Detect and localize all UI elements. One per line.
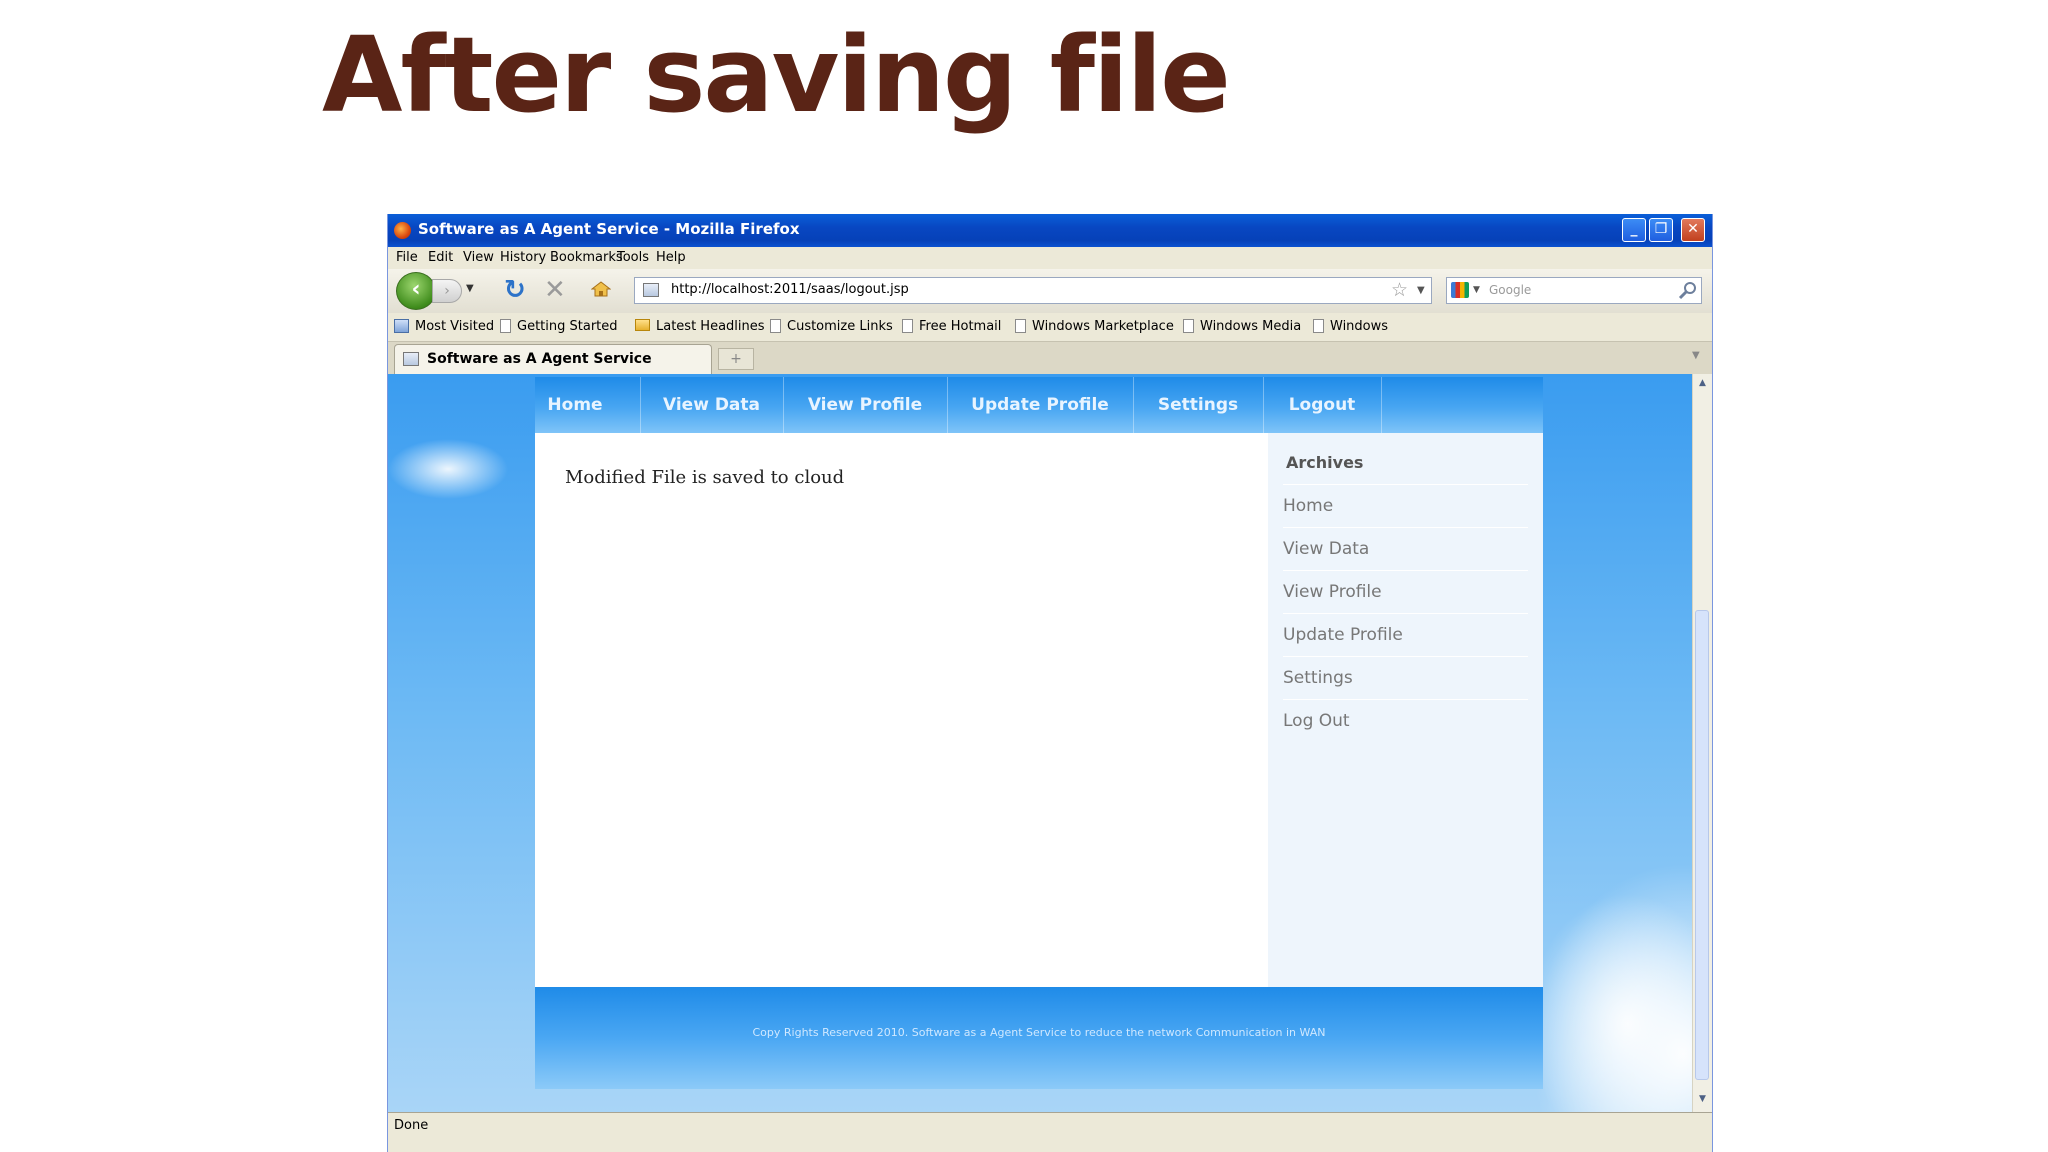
bookmark-free-hotmail[interactable]: Free Hotmail <box>902 319 1001 334</box>
bookmark-most-visited[interactable]: Most Visited <box>394 319 494 334</box>
search-engine-icon[interactable] <box>1451 282 1469 298</box>
menu-help[interactable]: Help <box>656 250 686 265</box>
site-footer: Copy Rights Reserved 2010. Software as a… <box>535 987 1543 1089</box>
menu-view[interactable]: View <box>463 250 494 265</box>
sidebar-item-home[interactable]: Home <box>1283 484 1528 528</box>
site-nav: Home View Data View Profile Update Profi… <box>535 377 1543 433</box>
reload-icon[interactable]: ↻ <box>504 275 526 305</box>
sidebar-item-view-profile[interactable]: View Profile <box>1283 570 1528 614</box>
most-visited-icon <box>394 319 409 333</box>
search-input[interactable]: Google <box>1489 283 1531 297</box>
page-icon <box>1313 319 1324 333</box>
scroll-down-icon[interactable]: ▼ <box>1696 1092 1709 1107</box>
sidebar-item-update-profile[interactable]: Update Profile <box>1283 613 1528 657</box>
nav-settings[interactable]: Settings <box>1133 377 1263 433</box>
rss-folder-icon <box>635 319 650 331</box>
star-icon[interactable]: ☆ <box>1391 279 1408 301</box>
navigation-toolbar: ‹ › ▼ ↻ ✕ http://localhost:2011/saas/log… <box>388 269 1712 313</box>
window-title: Software as A Agent Service - Mozilla Fi… <box>418 220 800 238</box>
new-tab-button[interactable]: + <box>718 348 754 370</box>
history-dropdown-icon[interactable]: ▼ <box>466 283 474 294</box>
menu-bookmarks[interactable]: Bookmarks <box>550 250 623 265</box>
sidebar-item-view-data[interactable]: View Data <box>1283 527 1528 571</box>
tab-active[interactable]: Software as A Agent Service <box>394 344 712 374</box>
forward-arrow-icon[interactable]: › <box>432 279 462 303</box>
web-content: Home View Data View Profile Update Profi… <box>388 374 1692 1112</box>
status-message: Modified File is saved to cloud <box>565 467 845 488</box>
nav-view-profile[interactable]: View Profile <box>783 377 947 433</box>
scroll-up-icon[interactable]: ▲ <box>1696 376 1709 391</box>
menu-history[interactable]: History <box>500 250 546 265</box>
bookmark-windows[interactable]: Windows <box>1313 319 1388 334</box>
nav-view-data[interactable]: View Data <box>640 377 783 433</box>
url-text[interactable]: http://localhost:2011/saas/logout.jsp <box>671 282 909 297</box>
title-bar[interactable]: Software as A Agent Service - Mozilla Fi… <box>388 214 1712 247</box>
sidebar: Archives Home View Data View Profile Upd… <box>1268 433 1543 987</box>
footer-text: Copy Rights Reserved 2010. Software as a… <box>752 1026 1326 1039</box>
tab-list-dropdown-icon[interactable]: ▼ <box>1692 350 1700 361</box>
page-icon <box>902 319 913 333</box>
page-icon <box>1183 319 1194 333</box>
maximize-button[interactable]: ❐ <box>1649 218 1673 242</box>
back-arrow-icon[interactable]: ‹ <box>396 272 436 310</box>
page-icon <box>770 319 781 333</box>
page-icon <box>643 283 659 297</box>
close-button[interactable]: ✕ <box>1681 218 1705 242</box>
tab-bar: Software as A Agent Service + ▼ <box>388 342 1712 375</box>
nav-logout[interactable]: Logout <box>1263 377 1381 433</box>
magnifier-icon[interactable] <box>1677 279 1699 301</box>
browser-window: Software as A Agent Service - Mozilla Fi… <box>387 214 1713 1152</box>
site-page: Home View Data View Profile Update Profi… <box>535 377 1543 1089</box>
status-bar: Done <box>388 1112 1712 1139</box>
minimize-button[interactable]: _ <box>1622 218 1646 242</box>
bookmark-windows-media[interactable]: Windows Media <box>1183 319 1301 334</box>
bookmarks-toolbar: Most Visited Getting Started Latest Head… <box>388 313 1712 342</box>
nav-separator <box>1381 377 1382 433</box>
url-dropdown-icon[interactable]: ▼ <box>1417 285 1425 296</box>
sidebar-item-log-out[interactable]: Log Out <box>1283 699 1528 743</box>
vertical-scrollbar[interactable]: ▲ ▼ <box>1692 374 1712 1112</box>
page-icon <box>403 352 419 366</box>
nav-update-profile[interactable]: Update Profile <box>947 377 1133 433</box>
bookmark-windows-marketplace[interactable]: Windows Marketplace <box>1015 319 1174 334</box>
slide-title: After saving file <box>322 14 1231 136</box>
menu-bar: File Edit View History Bookmarks Tools H… <box>388 247 1712 269</box>
status-text: Done <box>394 1118 429 1133</box>
menu-edit[interactable]: Edit <box>428 250 453 265</box>
sidebar-heading: Archives <box>1286 453 1364 472</box>
home-icon[interactable] <box>591 281 611 297</box>
sidebar-item-settings[interactable]: Settings <box>1283 656 1528 700</box>
bookmark-getting-started[interactable]: Getting Started <box>500 319 618 334</box>
bookmark-latest-headlines[interactable]: Latest Headlines <box>635 319 765 334</box>
firefox-icon <box>394 222 411 239</box>
page-icon <box>500 319 511 333</box>
bookmark-customize-links[interactable]: Customize Links <box>770 319 893 334</box>
search-engine-dropdown-icon[interactable]: ▼ <box>1473 285 1480 295</box>
search-bar[interactable]: ▼ Google <box>1446 277 1702 304</box>
scrollbar-thumb[interactable] <box>1695 610 1709 1080</box>
stop-icon[interactable]: ✕ <box>544 275 566 305</box>
menu-tools[interactable]: Tools <box>617 250 649 265</box>
nav-home[interactable]: Home <box>535 377 615 433</box>
menu-file[interactable]: File <box>396 250 418 265</box>
address-bar[interactable]: http://localhost:2011/saas/logout.jsp ☆ … <box>634 277 1432 304</box>
page-icon <box>1015 319 1026 333</box>
tab-title: Software as A Agent Service <box>427 351 652 367</box>
